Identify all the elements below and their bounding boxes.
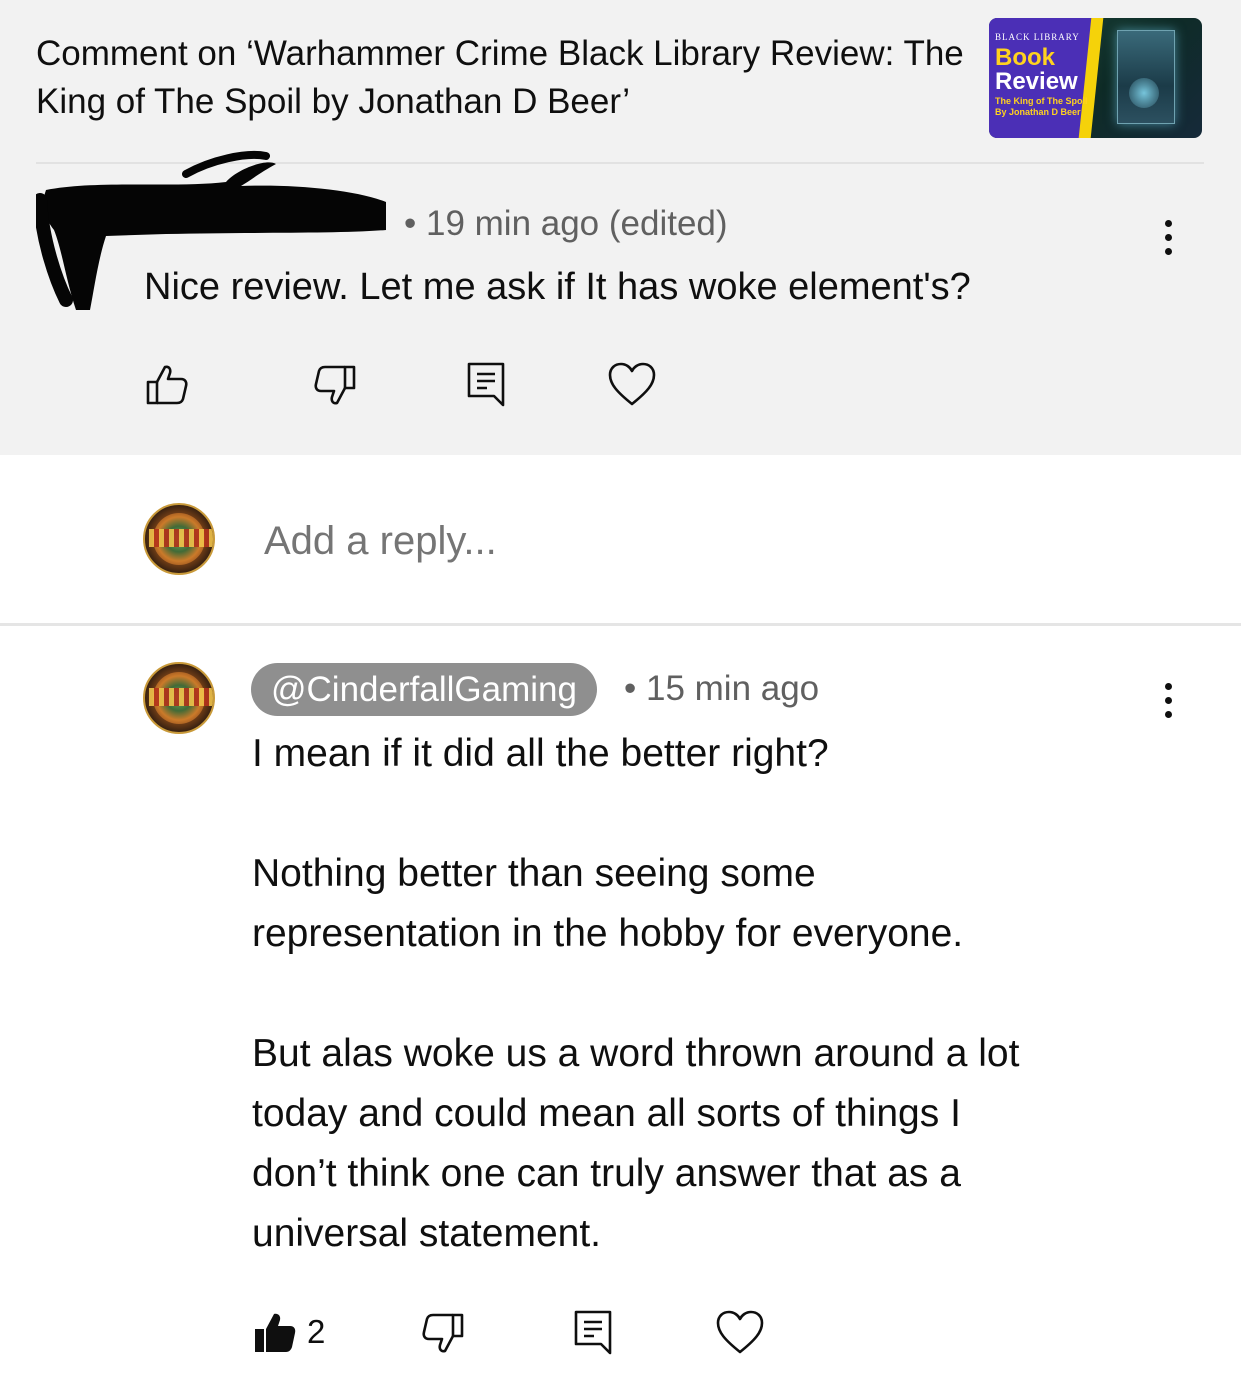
thumbs-up-outline-icon xyxy=(146,365,188,405)
parent-comment-text: Nice review. Let me ask if It has woke e… xyxy=(144,266,971,308)
reply-author-avatar[interactable] xyxy=(143,662,215,734)
more-dot xyxy=(1164,710,1172,718)
heart-outline-icon xyxy=(608,362,656,406)
reply-comment-more-button[interactable] xyxy=(1153,675,1183,725)
thumbnail-heading-book: Book xyxy=(995,44,1055,71)
parent-comment-timestamp: • 19 min ago (edited) xyxy=(404,204,728,243)
video-context-title[interactable]: Comment on ‘Warhammer Crime Black Librar… xyxy=(36,30,966,126)
thumbnail-heading-review: Review xyxy=(995,68,1078,95)
current-user-avatar xyxy=(143,503,215,575)
reply-dislike-button[interactable] xyxy=(421,1312,465,1356)
parent-heart-button[interactable] xyxy=(607,361,657,407)
parent-reply-button[interactable] xyxy=(466,361,506,407)
more-dot xyxy=(1164,233,1172,241)
reply-comment-icon xyxy=(574,1310,612,1355)
reply-bar xyxy=(0,455,1241,625)
thumbnail-book-title: The King of The Spoil xyxy=(995,96,1088,106)
thumbs-up-filled-icon xyxy=(255,1313,296,1352)
reply-comment-icon xyxy=(467,362,505,407)
reply-like-button[interactable]: 2 xyxy=(253,1310,325,1354)
parent-comment-panel: Comment on ‘Warhammer Crime Black Librar… xyxy=(0,0,1241,455)
reply-author-handle[interactable]: @CinderfallGaming xyxy=(251,663,597,716)
thumbnail-author: By Jonathan D Beer xyxy=(995,107,1081,117)
video-thumbnail[interactable]: BLACK LIBRARY Book Review The King of Th… xyxy=(989,18,1202,138)
more-dot xyxy=(1164,682,1172,690)
heart-outline-icon xyxy=(716,1310,764,1354)
thumbs-down-outline-icon xyxy=(314,365,356,405)
reply-comment-body: I mean if it did all the better right? N… xyxy=(252,724,1152,1264)
thumbnail-glow xyxy=(1129,78,1159,108)
thumbnail-brand: BLACK LIBRARY xyxy=(995,32,1080,42)
reply-paragraph: Nothing better than seeing some represen… xyxy=(252,852,964,955)
reply-paragraph: But alas woke us a word thrown around a … xyxy=(252,1032,1020,1255)
reply-heart-button[interactable] xyxy=(715,1309,765,1355)
parent-dislike-button[interactable] xyxy=(313,364,357,408)
like-count: 2 xyxy=(307,1313,326,1350)
parent-like-button[interactable] xyxy=(145,362,189,406)
parent-comment-more-button[interactable] xyxy=(1153,212,1183,262)
more-dot xyxy=(1164,696,1172,704)
reply-reply-button[interactable] xyxy=(573,1309,613,1355)
add-reply-input[interactable] xyxy=(264,511,964,571)
avatar-banner xyxy=(149,529,213,547)
thumbnail-book-cover xyxy=(1117,30,1175,124)
avatar-banner xyxy=(149,688,213,706)
divider xyxy=(0,623,1241,626)
more-dot xyxy=(1164,219,1172,227)
reply-timestamp: • 15 min ago xyxy=(624,669,820,708)
comment-thread-page: Comment on ‘Warhammer Crime Black Librar… xyxy=(0,0,1241,1378)
reply-paragraph: I mean if it did all the better right? xyxy=(252,732,829,775)
more-dot xyxy=(1164,247,1172,255)
thumbs-down-outline-icon xyxy=(422,1313,464,1353)
